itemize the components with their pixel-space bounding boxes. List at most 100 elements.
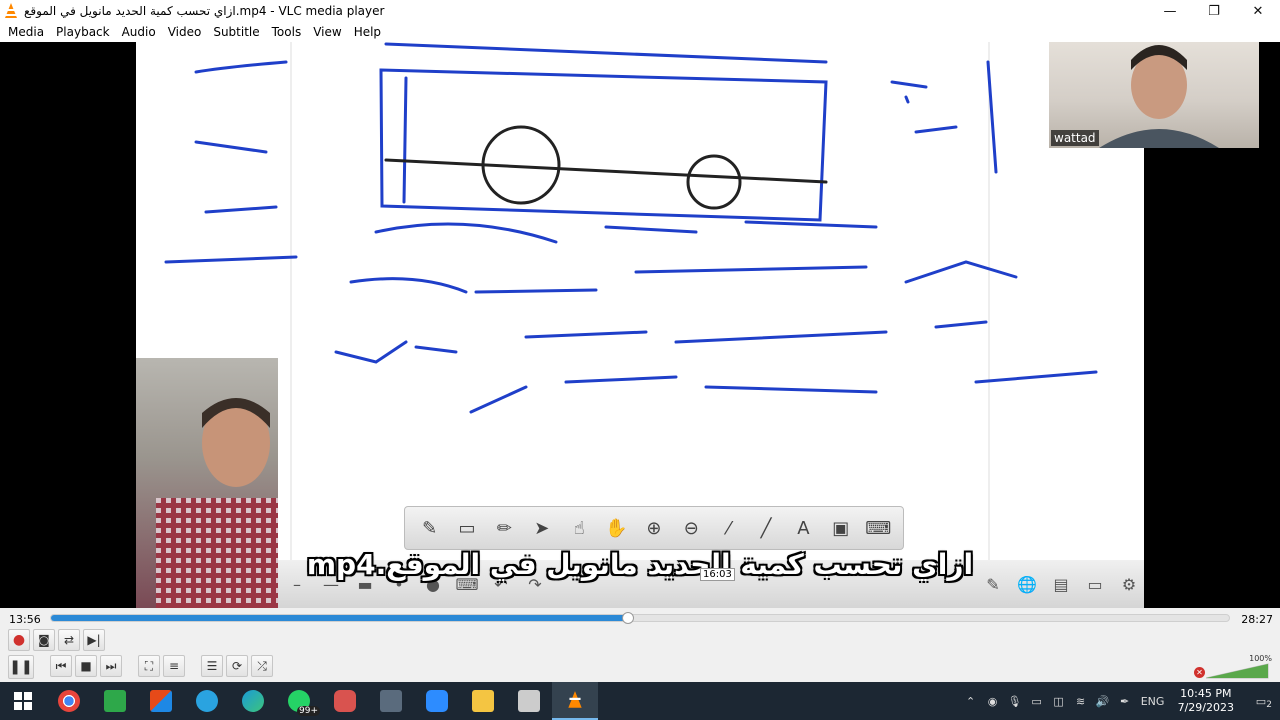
wifi-icon[interactable]: ≋ (1070, 695, 1092, 708)
language-indicator[interactable]: ENG (1136, 695, 1170, 708)
clock[interactable]: 10:45 PM 7/29/2023 (1170, 687, 1242, 715)
minimize-button[interactable]: — (1148, 0, 1192, 22)
hand-pointer-icon[interactable]: ☝ (564, 513, 594, 543)
keyboard-icon[interactable]: ⌨ (863, 513, 893, 543)
whiteboard-app-icon (518, 690, 540, 712)
windows-taskbar: 99+ ⌃ ◉ 🎙 ▭ ◫ ≋ 🔊 ✒ ENG 10:45 PM 7/29/20… (0, 682, 1280, 720)
microphone-icon[interactable]: 🎙 (1004, 695, 1026, 708)
playlist-button[interactable]: ☰ (201, 655, 223, 677)
extended-settings-button[interactable]: ≡ (163, 655, 185, 677)
zoom-app-icon (426, 690, 448, 712)
menu-tools[interactable]: Tools (266, 25, 308, 39)
taskbar-file-explorer[interactable] (460, 682, 506, 720)
menu-media[interactable]: Media (2, 25, 50, 39)
volume-wedge (1206, 663, 1269, 679)
edge-icon (242, 690, 264, 712)
shuffle-button[interactable]: ⤮ (251, 655, 273, 677)
pause-button[interactable]: ❚❚ (8, 655, 34, 679)
paint-icon (334, 690, 356, 712)
loop-button[interactable]: ⟳ (226, 655, 248, 677)
loop-ab-button[interactable]: ⇄ (58, 629, 80, 651)
taskbar-camtasia[interactable] (92, 682, 138, 720)
snapshot-button[interactable]: ◙ (33, 629, 55, 651)
menu-bar: Media Playback Audio Video Subtitle Tool… (0, 22, 1280, 42)
video-area[interactable]: wattad ✎ ▭ ✏ ➤ ☝ ✋ ⊕ ⊖ ⁄ ╱ A ▣ ⌨ – — ▬ •… (0, 42, 1280, 608)
volume-slider[interactable]: 100% ✕ (1194, 654, 1272, 679)
record-icon: ● (12, 632, 26, 648)
telegram-icon (196, 690, 218, 712)
menu-audio[interactable]: Audio (116, 25, 162, 39)
highlighter-icon[interactable]: ✏ (489, 513, 519, 543)
elapsed-time: 13:56 (9, 613, 41, 626)
seek-bar[interactable] (50, 612, 1230, 624)
camera-tray-icon[interactable]: ◉ (982, 695, 1004, 708)
zoom-out-icon[interactable]: ⊖ (676, 513, 706, 543)
taskbar-calculator[interactable] (368, 682, 414, 720)
taskbar-whiteboard[interactable] (506, 682, 552, 720)
clock-date: 7/29/2023 (1177, 701, 1234, 714)
taskbar-zoom[interactable] (414, 682, 460, 720)
menu-playback[interactable]: Playback (50, 25, 116, 39)
taskbar-telegram[interactable] (184, 682, 230, 720)
menu-video[interactable]: Video (162, 25, 208, 39)
windows-logo-icon (14, 692, 32, 710)
screen-icon[interactable]: ▣ (826, 513, 856, 543)
notifications-icon[interactable]: ▭ 2 (1242, 695, 1280, 710)
text-icon[interactable]: A (788, 513, 818, 543)
fullscreen-icon: ⛶ (144, 658, 154, 673)
fullscreen-button[interactable]: ⛶ (138, 655, 160, 677)
taskbar-whatsapp[interactable]: 99+ (276, 682, 322, 720)
seek-handle[interactable] (622, 612, 635, 624)
overlay-timestamp: 16:03 (700, 568, 735, 581)
taskbar-chrome[interactable] (46, 682, 92, 720)
camtasia-icon (104, 690, 126, 712)
vlc-icon (568, 691, 582, 708)
clock-time: 10:45 PM (1180, 687, 1232, 700)
menu-subtitle[interactable]: Subtitle (207, 25, 265, 39)
menu-view[interactable]: View (307, 25, 347, 39)
pen-tray-icon[interactable]: ✒ (1114, 695, 1136, 708)
line-icon[interactable]: ╱ (751, 513, 781, 543)
hand-icon[interactable]: ✋ (602, 513, 632, 543)
frame-step-button[interactable]: ▶| (83, 629, 105, 651)
shuffle-icon: ⤮ (257, 658, 267, 673)
menu-help[interactable]: Help (348, 25, 387, 39)
record-button[interactable]: ● (8, 629, 30, 651)
total-time: 28:27 (1241, 613, 1273, 626)
taskbar-edge[interactable] (230, 682, 276, 720)
handwritten-drawing (164, 42, 1098, 414)
stop-button[interactable]: ■ (75, 655, 97, 677)
chevron-up-icon[interactable]: ⌃ (960, 695, 982, 708)
speaker-icon[interactable]: 🔊 (1092, 695, 1114, 708)
taskbar-paint[interactable] (322, 682, 368, 720)
chrome-icon (58, 690, 80, 712)
pause-icon: ❚❚ (9, 659, 33, 675)
next-button[interactable]: ⏭ (100, 655, 122, 677)
battery-icon[interactable]: ▭ (1026, 695, 1048, 708)
eraser-icon[interactable]: ▭ (452, 513, 482, 543)
subtitle-text: ازاي تحسب كمية الحديد مانويل في الموقع.m… (306, 548, 974, 581)
window-title: ازاي تحسب كمية الحديد مانويل في الموقع.m… (24, 4, 385, 18)
next-icon: ⏭ (105, 658, 117, 673)
vlc-icon (5, 3, 17, 18)
system-tray: ⌃ ◉ 🎙 ▭ ◫ ≋ 🔊 ✒ ENG 10:45 PM 7/29/2023 ▭… (960, 682, 1280, 720)
office-icon (150, 690, 172, 712)
pen-icon[interactable]: ✎ (415, 513, 445, 543)
previous-button[interactable]: ⏮ (50, 655, 72, 677)
network-icon[interactable]: ◫ (1048, 695, 1070, 708)
taskbar-vlc[interactable] (552, 682, 598, 720)
playlist-icon: ☰ (206, 659, 218, 673)
start-button[interactable] (0, 682, 46, 720)
stop-icon: ■ (80, 659, 92, 673)
restore-button[interactable]: ❐ (1192, 0, 1236, 22)
title-bar: ازاي تحسب كمية الحديد مانويل في الموقع.m… (0, 0, 1280, 22)
loop-ab-icon: ⇄ (63, 633, 75, 647)
pointer-icon[interactable]: ➤ (527, 513, 557, 543)
playback-controls: 13:56 28:27 ● ◙ ⇄ ▶| ❚❚ ⏮ ■ ⏭ ⛶ ≡ ☰ ⟳ ⤮ … (0, 608, 1280, 682)
close-button[interactable]: ✕ (1236, 0, 1280, 22)
zoom-in-icon[interactable]: ⊕ (639, 513, 669, 543)
eyedropper-icon[interactable]: ⁄ (714, 513, 744, 543)
webcam-name-label: wattad (1051, 130, 1099, 146)
taskbar-office[interactable] (138, 682, 184, 720)
mute-icon[interactable]: ✕ (1194, 667, 1205, 678)
